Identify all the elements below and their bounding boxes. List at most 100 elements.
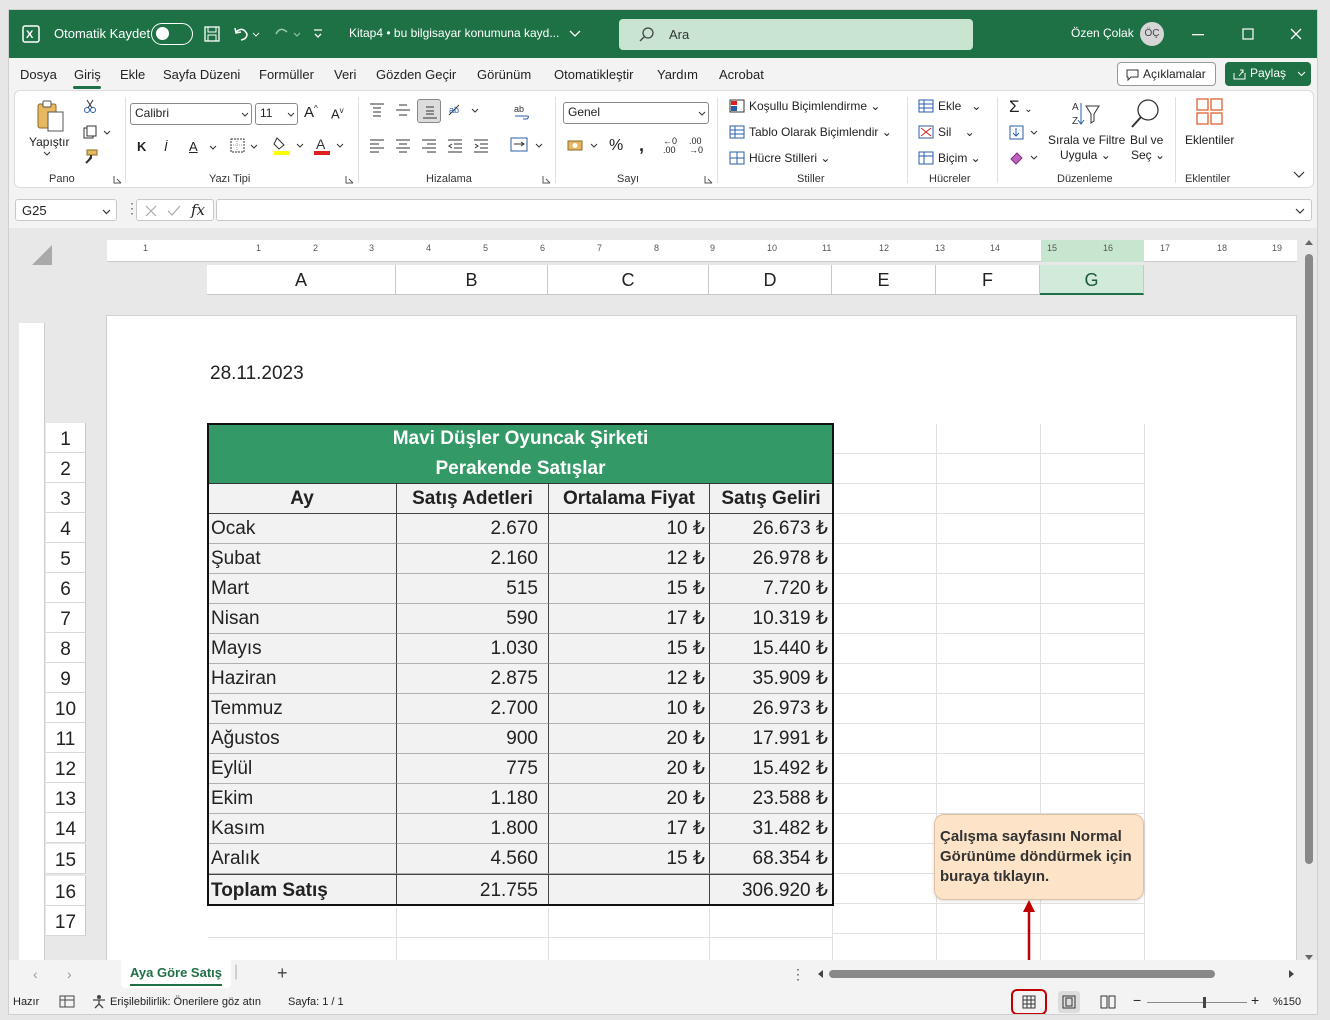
grid-cell-empty[interactable] (1041, 784, 1145, 814)
align-middle-icon[interactable] (395, 103, 411, 117)
align-right-icon[interactable] (421, 139, 437, 153)
cell-styles-icon[interactable] (729, 151, 745, 165)
grid-cell-empty[interactable] (1041, 904, 1145, 934)
table-cell[interactable]: 15 ₺ (549, 634, 710, 664)
zoom-slider-thumb[interactable] (1203, 997, 1206, 1008)
addins-icon[interactable] (1195, 97, 1225, 127)
grid-cell-empty[interactable] (833, 874, 937, 904)
zoom-in-button[interactable]: + (1251, 992, 1259, 1008)
borders-icon[interactable] (230, 138, 262, 154)
row-header-3[interactable]: 3 (46, 483, 86, 513)
scroll-up-icon[interactable] (1304, 238, 1314, 246)
dialog-launcher-icon[interactable] (542, 175, 551, 184)
sort-filter-label-1[interactable]: Sırala ve Filtre (1048, 133, 1125, 147)
table-cell[interactable]: 2.670 (397, 514, 549, 544)
column-header-d[interactable]: D (709, 265, 832, 295)
tab-scroll-left-icon[interactable]: ‹ (33, 966, 38, 982)
sort-filter-button[interactable]: Uygula ⌄ (1060, 148, 1111, 162)
grid-cell-empty[interactable] (833, 664, 937, 694)
avatar[interactable]: ÖÇ (1140, 22, 1164, 46)
zoom-slider-track[interactable] (1147, 1002, 1247, 1003)
align-left-icon[interactable] (369, 139, 385, 153)
grid-cell-empty[interactable] (937, 694, 1041, 724)
grid-cell-empty[interactable] (1041, 634, 1145, 664)
bold-button[interactable]: K (137, 139, 146, 154)
table-cell[interactable]: 1.180 (397, 784, 549, 814)
maximize-icon[interactable] (1242, 28, 1254, 40)
table-cell[interactable]: 20 ₺ (549, 724, 710, 754)
increase-indent-icon[interactable] (473, 139, 489, 153)
insert-button[interactable]: Ekle ⌄ (938, 99, 981, 113)
autosum-icon[interactable]: Σ ⌄ (1009, 97, 1033, 117)
collapse-ribbon-icon[interactable] (1293, 171, 1305, 179)
vertical-scrollbar[interactable] (1301, 236, 1317, 966)
zoom-out-button[interactable]: − (1133, 992, 1141, 1008)
table-cell[interactable]: 4.560 (397, 844, 549, 874)
table-cell[interactable]: Kasım (208, 814, 397, 844)
italic-button[interactable]: İ (164, 139, 168, 154)
row-header-10[interactable]: 10 (46, 693, 86, 723)
table-cell[interactable]: 10.319 ₺ (710, 604, 833, 634)
fill-icon[interactable] (1009, 125, 1043, 141)
tab-otomatiklestir[interactable]: Otomatikleştir (554, 67, 633, 82)
grid-cell-empty[interactable] (833, 784, 937, 814)
row-header-5[interactable]: 5 (46, 543, 86, 573)
minimize-icon[interactable] (1192, 34, 1204, 36)
dialog-launcher-icon[interactable] (113, 175, 122, 184)
grid-cell-empty[interactable] (1041, 424, 1145, 454)
format-cells-icon[interactable] (918, 151, 934, 165)
table-cell[interactable]: 20 ₺ (549, 754, 710, 784)
sheet-tab-aya-gore-satis[interactable]: Aya Göre Satış (121, 960, 231, 988)
table-cell[interactable]: 17 ₺ (549, 604, 710, 634)
delete-button[interactable]: Sil ⌄ (938, 125, 975, 139)
increase-decimal-icon[interactable]: ←0.00 (663, 137, 677, 155)
tab-giris[interactable]: Giriş (74, 67, 101, 82)
column-header-b[interactable]: B (396, 265, 548, 295)
name-box[interactable]: G25 (15, 199, 117, 221)
table-cell[interactable]: 2.875 (397, 664, 549, 694)
dialog-launcher-icon[interactable] (345, 175, 354, 184)
autosave-toggle[interactable] (151, 23, 193, 45)
date-cell[interactable]: 28.11.2023 (210, 363, 304, 385)
font-name-combo[interactable]: Calibri (130, 103, 252, 125)
table-header-cell[interactable]: Satış Adetleri (397, 484, 549, 514)
row-header-9[interactable]: 9 (46, 663, 86, 693)
page-break-preview-icon[interactable] (1100, 995, 1116, 1009)
table-title[interactable]: Mavi Düşler Oyuncak Şirketi Perakende Sat… (208, 424, 833, 484)
grid-cell-empty[interactable] (1041, 484, 1145, 514)
grid-cell-empty[interactable] (1041, 694, 1145, 724)
table-cell[interactable]: 1.030 (397, 634, 549, 664)
grid-cell-empty[interactable] (833, 844, 937, 874)
horizontal-scroll-thumb[interactable] (829, 970, 1215, 978)
grid-cell-empty[interactable] (208, 908, 397, 938)
enter-icon[interactable] (167, 205, 181, 217)
number-format-combo[interactable]: Genel (563, 102, 709, 124)
tab-sayfa-duzeni[interactable]: Sayfa Düzeni (163, 67, 240, 82)
table-header-cell[interactable]: Ortalama Fiyat (549, 484, 710, 514)
table-cell[interactable]: Ağustos (208, 724, 397, 754)
copy-icon[interactable] (83, 125, 113, 139)
accessibility-icon[interactable] (91, 994, 107, 1009)
grid-cell-empty[interactable] (833, 604, 937, 634)
grid-cell-empty[interactable] (833, 694, 937, 724)
redo-icon[interactable] (274, 26, 302, 42)
conditional-formatting-button[interactable]: Koşullu Biçimlendirme ⌄ (749, 99, 880, 113)
clear-icon[interactable] (1009, 150, 1043, 166)
cancel-icon[interactable] (145, 205, 157, 217)
chevron-down-icon[interactable] (43, 151, 51, 156)
column-header-f[interactable]: F (936, 265, 1040, 295)
grid-cell-empty[interactable] (1041, 574, 1145, 604)
table-cell[interactable]: 12 ₺ (549, 664, 710, 694)
table-cell[interactable]: Ekim (208, 784, 397, 814)
grid-cell-empty[interactable] (1041, 604, 1145, 634)
addins-button-label[interactable]: Eklentiler (1185, 133, 1234, 147)
grid-cell-empty[interactable] (549, 908, 710, 938)
grid-cell-empty[interactable] (833, 544, 937, 574)
row-header-4[interactable]: 4 (46, 513, 86, 543)
orientation-icon[interactable]: ab (447, 101, 481, 119)
paste-label[interactable]: Yapıştır (29, 135, 69, 149)
formula-input[interactable] (216, 199, 1312, 221)
format-button[interactable]: Biçim ⌄ (938, 151, 981, 165)
align-center-icon[interactable] (395, 139, 411, 153)
undo-icon[interactable] (233, 26, 261, 42)
